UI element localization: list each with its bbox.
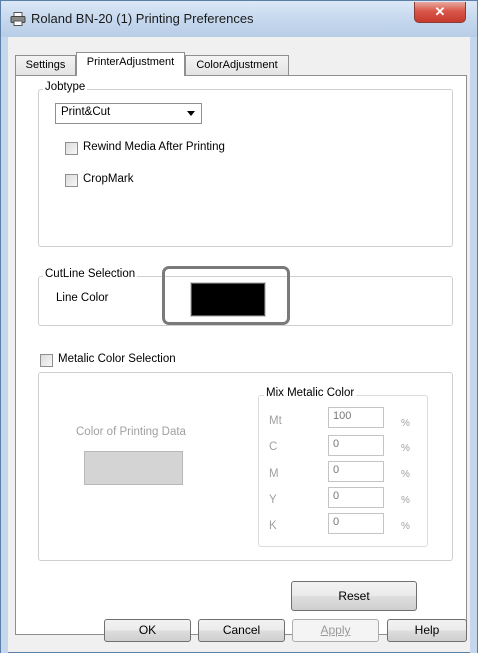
dialog-client-area: Settings PrinterAdjustment ColorAdjustme…: [8, 37, 470, 647]
mix-value-field[interactable]: 0: [328, 435, 384, 456]
metallic-color-checkbox[interactable]: [40, 354, 53, 367]
rewind-media-checkbox[interactable]: [65, 142, 78, 155]
reset-button[interactable]: Reset: [291, 581, 417, 611]
cropmark-checkbox[interactable]: [65, 174, 78, 187]
printer-adjustment-panel: Jobtype Print&Cut Rewind Media After Pri…: [15, 75, 467, 635]
mix-row-label: M: [269, 468, 279, 480]
tab-color-adjustment[interactable]: ColorAdjustment: [185, 55, 289, 75]
chevron-down-icon: [187, 111, 195, 116]
mix-value-field[interactable]: 100: [328, 407, 384, 428]
tab-settings-label: Settings: [25, 59, 66, 71]
mix-percent-unit: %: [401, 418, 410, 429]
close-icon: ✕: [434, 4, 446, 19]
tab-settings[interactable]: Settings: [15, 55, 76, 75]
mix-value-field[interactable]: 0: [328, 513, 384, 534]
line-color-label: Line Color: [56, 292, 109, 304]
rewind-media-label[interactable]: Rewind Media After Printing: [83, 141, 225, 153]
metallic-color-label[interactable]: Metalic Color Selection: [58, 353, 176, 365]
mix-percent-unit: %: [401, 469, 410, 480]
color-of-printing-data-box: [84, 451, 183, 485]
tab-printer-adjustment[interactable]: PrinterAdjustment: [76, 52, 185, 76]
tab-color-adjustment-label: ColorAdjustment: [196, 59, 278, 71]
mix-row-label: Y: [269, 494, 277, 506]
title-bar[interactable]: Roland BN-20 (1) Printing Preferences ✕: [1, 1, 477, 38]
mix-percent-unit: %: [401, 521, 410, 532]
window-frame-right: [470, 37, 477, 653]
mix-value-field[interactable]: 0: [328, 487, 384, 508]
mix-row-label: Mt: [269, 415, 282, 427]
printing-preferences-dialog: Roland BN-20 (1) Printing Preferences ✕ …: [0, 0, 478, 653]
color-of-printing-data-label: Color of Printing Data: [76, 426, 186, 438]
window-title: Roland BN-20 (1) Printing Preferences: [31, 11, 254, 26]
mix-row-label: C: [269, 441, 278, 453]
mix-percent-unit: %: [401, 495, 410, 506]
jobtype-legend: Jobtype: [43, 81, 88, 93]
close-button[interactable]: ✕: [414, 2, 466, 23]
jobtype-select[interactable]: Print&Cut: [55, 103, 202, 124]
apply-button[interactable]: Apply: [292, 619, 379, 642]
ok-button[interactable]: OK: [104, 619, 191, 642]
cutline-legend: CutLine Selection: [43, 268, 138, 280]
cropmark-label[interactable]: CropMark: [83, 173, 133, 185]
mix-row-label: K: [269, 520, 277, 532]
printer-icon: [10, 12, 26, 26]
mix-metallic-legend: Mix Metalic Color: [264, 387, 357, 399]
cancel-button[interactable]: Cancel: [198, 619, 285, 642]
jobtype-selected-value: Print&Cut: [61, 106, 111, 118]
tab-printer-adjustment-label: PrinterAdjustment: [86, 56, 175, 68]
mix-value-field[interactable]: 0: [328, 461, 384, 482]
mix-percent-unit: %: [401, 443, 410, 454]
help-button[interactable]: Help: [387, 619, 467, 642]
window-frame-left: [1, 37, 8, 653]
line-color-swatch[interactable]: [191, 283, 265, 316]
